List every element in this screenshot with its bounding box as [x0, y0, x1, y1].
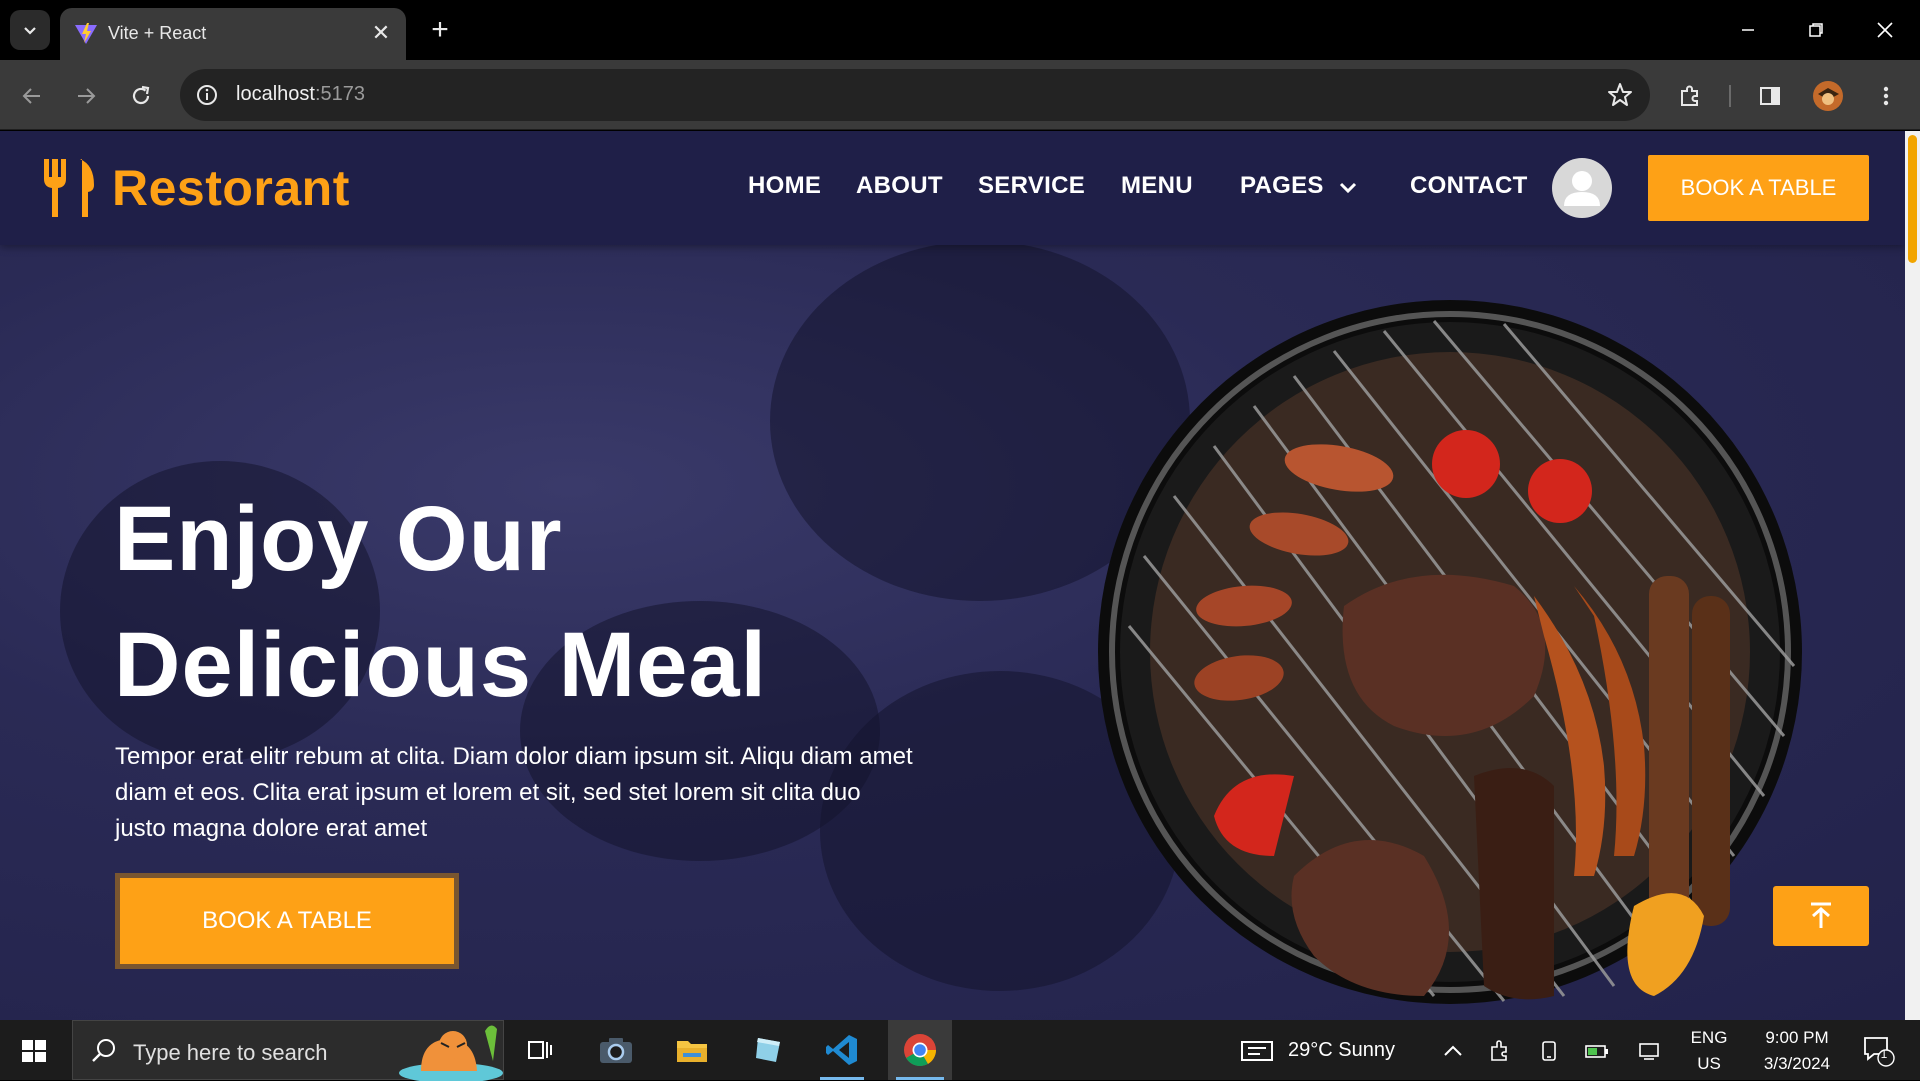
nav-pages-dropdown[interactable]: PAGES: [1240, 172, 1357, 200]
nav-menu-link[interactable]: MENU: [1121, 172, 1193, 200]
tray-device-icon[interactable]: [1536, 1038, 1562, 1064]
language-indicator[interactable]: ENG: [1688, 1028, 1730, 1048]
device-icon: [1542, 1041, 1556, 1061]
notification-center-button[interactable]: 1: [1858, 1030, 1898, 1070]
page-scrollbar[interactable]: [1905, 131, 1920, 1020]
tiger-illustration-icon: [399, 1025, 503, 1081]
close-window-button[interactable]: [1860, 10, 1910, 50]
url-text[interactable]: localhost:5173: [236, 83, 365, 106]
browser-menu-button[interactable]: [1868, 78, 1904, 114]
site-info-icon[interactable]: [194, 82, 220, 108]
forward-button[interactable]: [68, 78, 104, 114]
user-avatar[interactable]: [1552, 158, 1612, 218]
show-hidden-icons-button[interactable]: [1440, 1038, 1466, 1064]
scrollbar-thumb[interactable]: [1908, 135, 1917, 263]
clock-date: 3/3/2024: [1763, 1054, 1831, 1073]
browser-toolbar: localhost:5173: [0, 60, 1920, 130]
browser-tab-bar: Vite + React ✕ +: [0, 0, 1920, 60]
notification-count: 1: [1880, 1047, 1888, 1061]
site-navbar: Restorant HOME ABOUT SERVICE MENU PAGES …: [0, 131, 1905, 245]
extensions-button[interactable]: [1672, 78, 1708, 114]
hero-title-line-2: Delicious Meal: [114, 614, 768, 716]
vscode-icon: [826, 1035, 857, 1065]
profile-avatar-icon: [1813, 81, 1843, 111]
more-vertical-icon: [1883, 86, 1889, 106]
taskbar-vscode[interactable]: [812, 1020, 872, 1080]
battery-icon[interactable]: [1584, 1038, 1610, 1064]
taskbar-notes-app[interactable]: [738, 1020, 798, 1080]
reload-button[interactable]: [123, 78, 159, 114]
reload-icon: [132, 85, 150, 105]
taskbar-file-explorer[interactable]: [662, 1020, 722, 1080]
weather-icon[interactable]: [1240, 1038, 1274, 1064]
network-icon[interactable]: [1636, 1038, 1662, 1064]
nav-contact[interactable]: CONTACT: [1410, 172, 1528, 200]
restore-button[interactable]: [1791, 10, 1841, 50]
url-port: :5173: [314, 83, 365, 105]
user-icon: [1564, 171, 1600, 206]
new-tab-button[interactable]: +: [422, 12, 458, 48]
back-button[interactable]: [14, 78, 50, 114]
profile-avatar-button[interactable]: [1810, 78, 1846, 114]
search-placeholder: Type here to search: [133, 1040, 328, 1065]
chevron-down-icon: [24, 27, 36, 35]
clock-time[interactable]: 9:00 PM: [1742, 1028, 1852, 1048]
ethernet-icon: [1639, 1043, 1659, 1060]
hero-title: Enjoy Our Delicious Meal: [114, 476, 767, 728]
address-bar[interactable]: localhost:5173: [180, 69, 1650, 121]
battery-charging-icon: [1585, 1045, 1608, 1058]
arrow-left-icon: [22, 88, 40, 104]
folder-icon: [677, 1041, 707, 1062]
bookmark-star-icon[interactable]: [1606, 81, 1634, 109]
hero-book-table-button[interactable]: BOOK A TABLE: [115, 873, 459, 969]
nav-home[interactable]: HOME: [748, 172, 821, 200]
chevron-down-icon: [1339, 182, 1356, 193]
back-to-top-button[interactable]: [1773, 886, 1869, 946]
windows-start-icon[interactable]: [14, 1034, 54, 1068]
chrome-icon: [904, 1034, 937, 1067]
nav-about[interactable]: ABOUT: [856, 172, 943, 200]
language-region: US: [1697, 1054, 1721, 1073]
arrow-right-icon: [78, 88, 96, 104]
note-icon: [756, 1038, 780, 1062]
nav-menu: HOME ABOUT SERVICE MENU PAGES CONTACT: [0, 172, 1905, 212]
windows-taskbar: Type here to search 29°C Sunny ENG US 9:…: [0, 1020, 1920, 1081]
url-host: localhost: [236, 83, 315, 105]
web-page: Restorant HOME ABOUT SERVICE MENU PAGES …: [0, 131, 1905, 1020]
tray-app-icon[interactable]: [1488, 1038, 1514, 1064]
browser-tab[interactable]: Vite + React ✕: [60, 8, 406, 60]
minimize-icon: [1742, 29, 1754, 31]
nav-pages-label: PAGES: [1240, 172, 1324, 199]
close-tab-icon[interactable]: ✕: [368, 20, 394, 46]
search-icon: [92, 1039, 115, 1062]
taskbar-chrome[interactable]: [888, 1020, 952, 1080]
task-view-icon: [528, 1041, 552, 1059]
hero-title-line-1: Enjoy Our: [114, 488, 563, 590]
puzzle-tray-icon: [1491, 1040, 1507, 1061]
weather-text[interactable]: 29°C Sunny: [1288, 1039, 1395, 1062]
task-view-button[interactable]: [510, 1020, 570, 1080]
side-panel-icon: [1760, 87, 1780, 105]
vite-favicon-icon: [75, 23, 97, 44]
chevron-up-icon: [1444, 1045, 1462, 1056]
bbq-grill-image: [1098, 300, 1802, 1004]
restore-icon: [1809, 23, 1823, 37]
weather-widget-icon: [1241, 1041, 1273, 1061]
nav-book-table-button[interactable]: BOOK A TABLE: [1648, 155, 1869, 221]
tab-search-button[interactable]: [10, 10, 50, 50]
side-panel-button[interactable]: [1752, 78, 1788, 114]
hero-description: Tempor erat elitr rebum at clita. Diam d…: [115, 743, 913, 842]
nav-service[interactable]: SERVICE: [978, 172, 1085, 200]
arrow-up-icon: [1811, 902, 1831, 928]
minimize-button[interactable]: [1723, 10, 1773, 50]
taskbar-search[interactable]: Type here to search: [72, 1020, 504, 1081]
toolbar-divider: [1729, 85, 1731, 107]
close-icon: [1877, 22, 1893, 38]
taskbar-camera-app[interactable]: [586, 1020, 646, 1080]
puzzle-icon: [1681, 85, 1698, 106]
tab-title: Vite + React: [108, 23, 207, 43]
camera-icon: [600, 1038, 632, 1063]
